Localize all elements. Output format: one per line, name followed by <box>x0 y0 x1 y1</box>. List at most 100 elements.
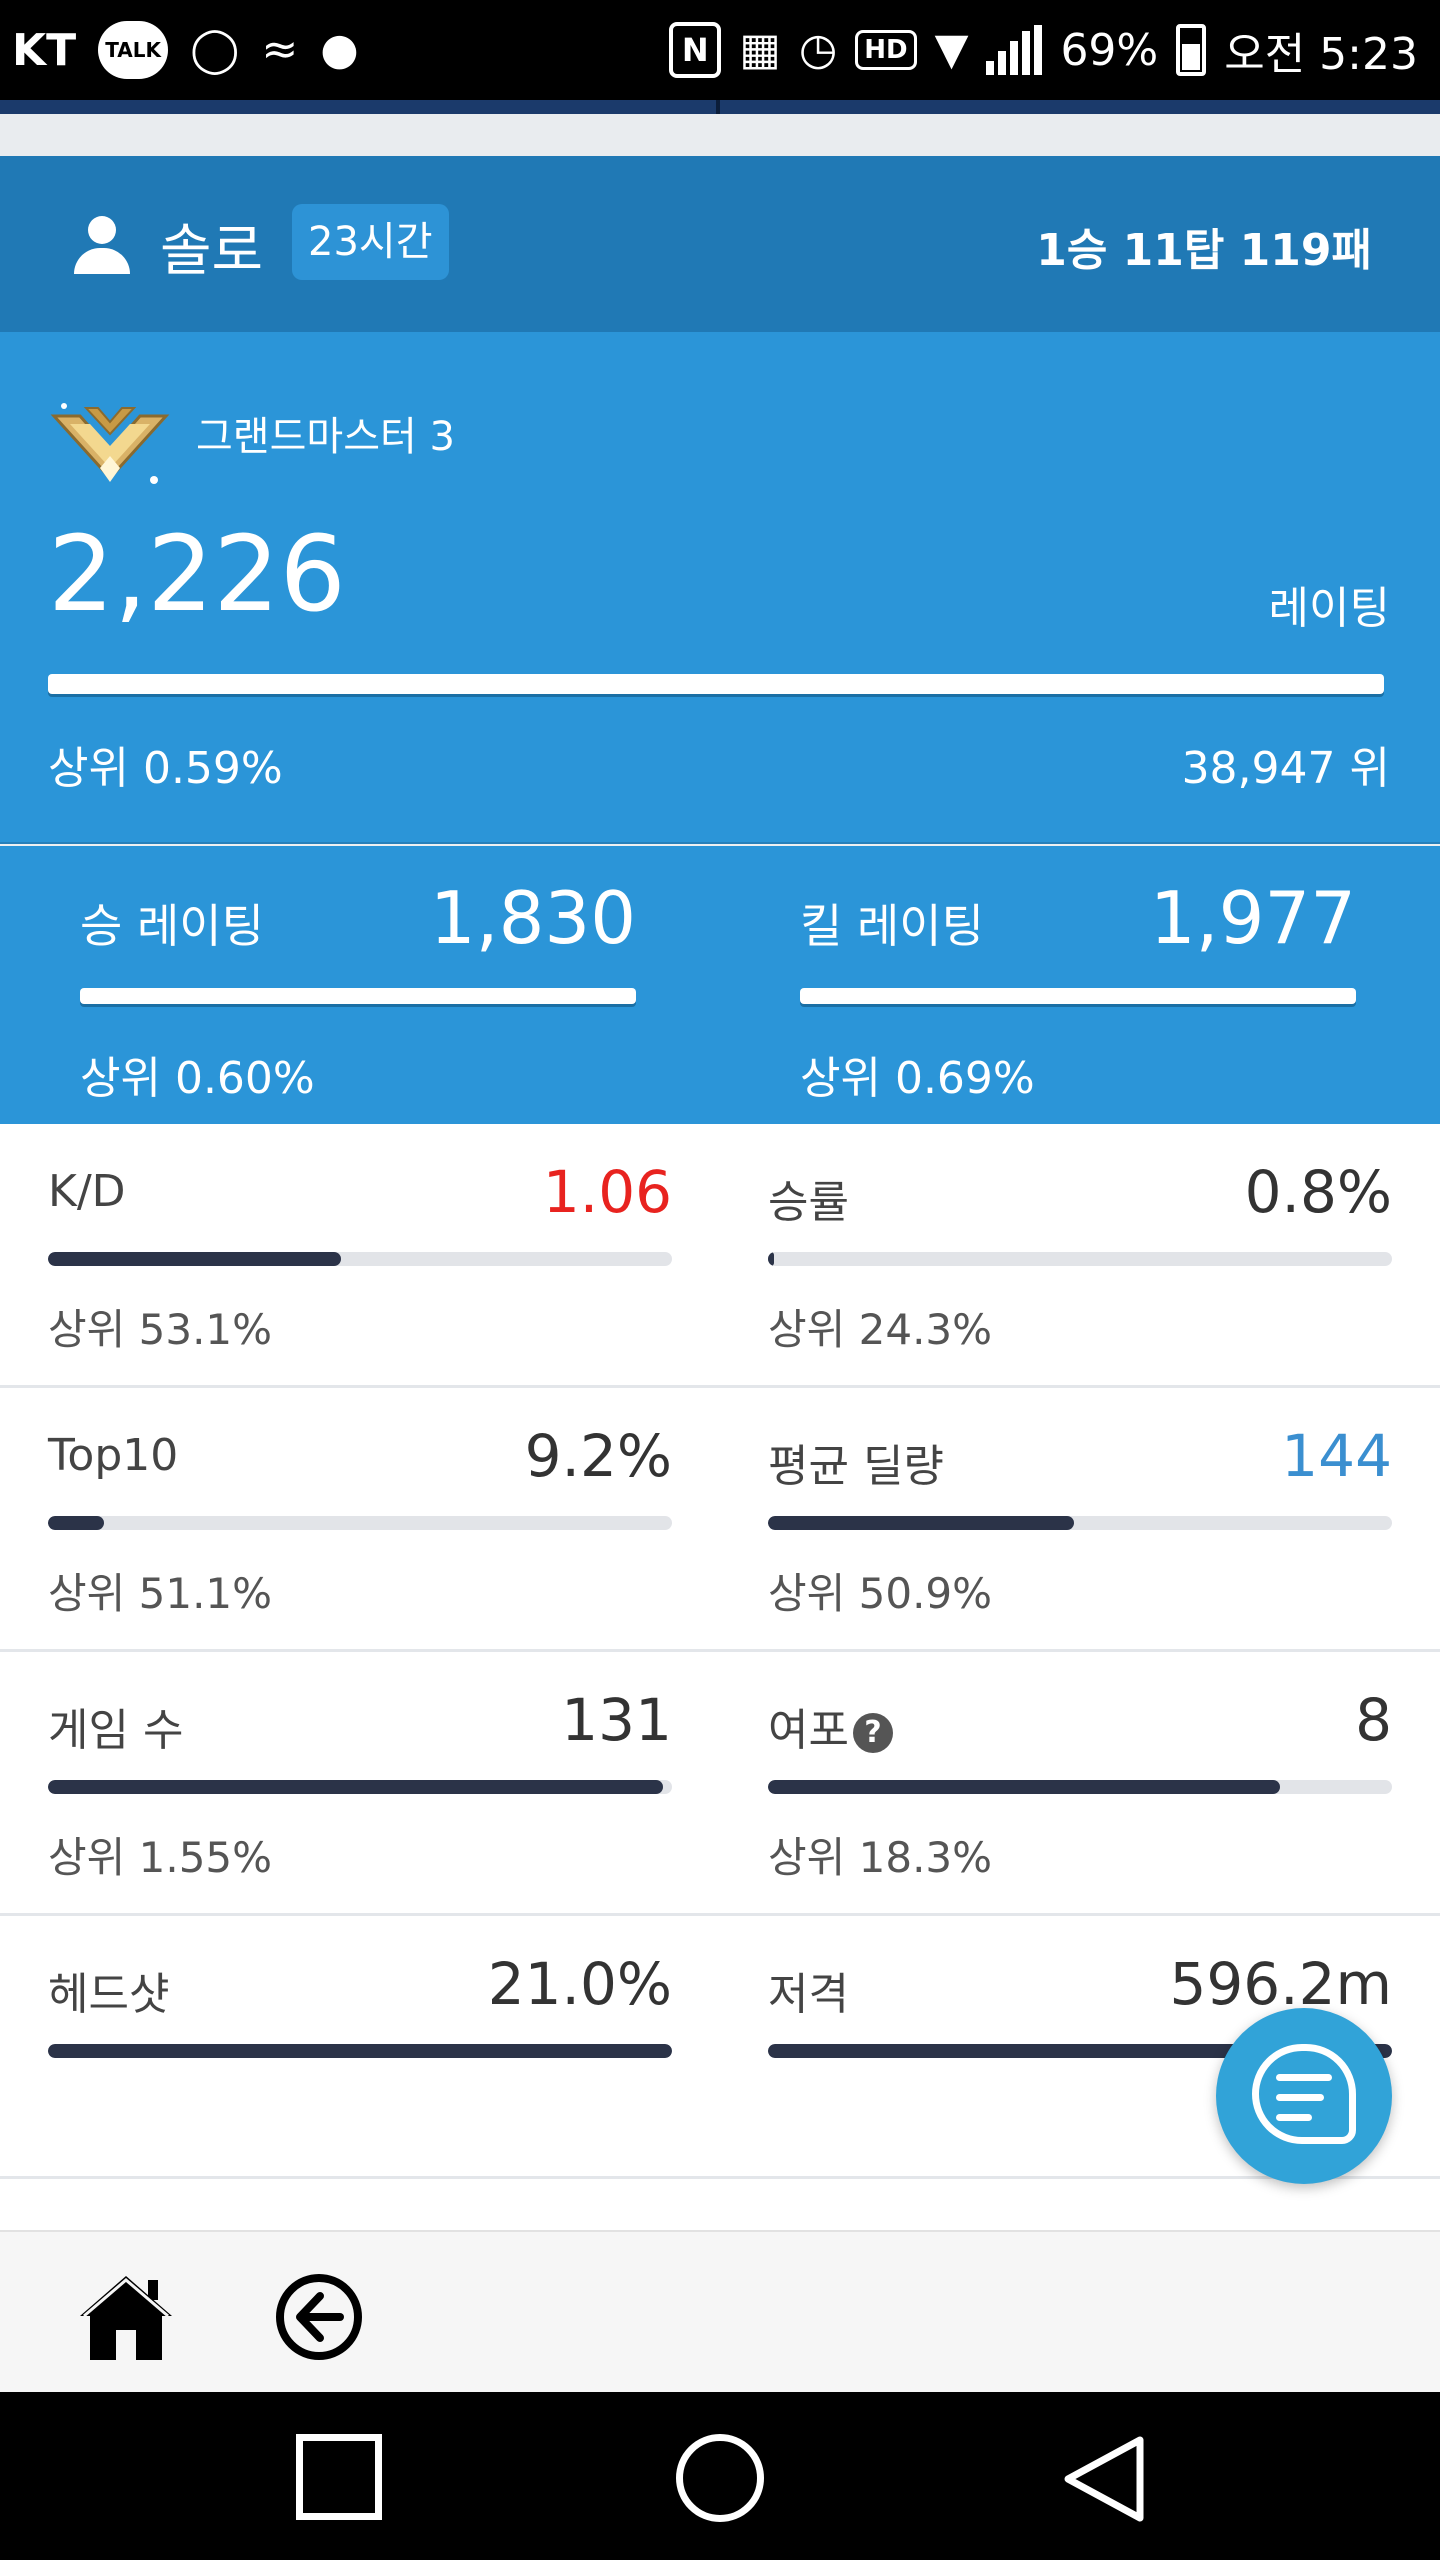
stat-track <box>48 2044 672 2058</box>
stat-headshot[interactable]: 헤드샷 21.0% <box>48 1916 672 2180</box>
status-bar: KT TALK ◯ ≈ ● N ▦ ◷ HD ▼ 69% 오전 5:23 <box>0 0 1440 100</box>
chat-icon-line <box>1276 2094 1324 2101</box>
solo-header: 솔로 23시간 1승 11탑 119패 <box>0 156 1440 332</box>
chat-icon-line <box>1276 2114 1312 2121</box>
stat-top-percent: 상위 50.9% <box>768 1569 993 1618</box>
stat-avg-damage[interactable]: 평균 딜량 144 상위 50.9% <box>768 1388 1392 1652</box>
stat-fill <box>48 1780 663 1794</box>
tab-divider <box>716 100 720 114</box>
stat-track <box>768 1252 1392 1266</box>
home-nav-button[interactable] <box>676 2434 764 2522</box>
home-icon[interactable] <box>76 2272 176 2362</box>
stat-label: 평균 딜량 <box>768 1441 944 1492</box>
hd-icon: HD <box>855 30 917 70</box>
stat-label: K/D <box>48 1166 126 1217</box>
chat-fab-button[interactable] <box>1216 2008 1392 2184</box>
win-rating-label: 승 레이팅 <box>80 899 264 953</box>
stat-label: Top10 <box>48 1430 179 1481</box>
stat-value: 131 <box>561 1686 672 1754</box>
stat-value: 9.2% <box>524 1422 672 1490</box>
rating-value: 2,226 <box>48 513 346 635</box>
win-rating-value: 1,830 <box>429 876 636 960</box>
kill-rating-value: 1,977 <box>1149 876 1356 960</box>
kill-rating-label: 킬 레이팅 <box>800 899 984 953</box>
status-left: KT TALK ◯ ≈ ● <box>12 14 359 86</box>
stat-top-percent: 상위 53.1% <box>48 1305 273 1354</box>
stat-label: 저격 <box>768 1969 849 2020</box>
gap-strip <box>0 114 1440 156</box>
back-nav-button[interactable] <box>1060 2434 1150 2524</box>
rating-progress-bar <box>48 674 1384 694</box>
back-arrow-icon <box>296 2292 344 2342</box>
carrier-label: KT <box>12 24 77 76</box>
stat-label-text: 여포 <box>768 1705 849 1756</box>
stat-top-percent: 상위 1.55% <box>48 1833 273 1882</box>
stat-track <box>48 1252 672 1266</box>
kill-rating-top: 상위 0.69% <box>800 1053 1035 1104</box>
question-circle-icon[interactable]: ? <box>852 1713 893 1753</box>
rating-section: 그랜드마스터 3 2,226 레이팅 상위 0.59% 38,947 위 <box>0 332 1440 844</box>
stat-fill <box>48 1516 105 1530</box>
win-rating-bar <box>80 988 636 1004</box>
chat-bubble-icon: ● <box>320 24 359 75</box>
win-rating: 승 레이팅 1,830 상위 0.60% <box>80 846 636 1124</box>
stat-fill <box>48 1252 342 1266</box>
mode-label: 솔로 <box>160 219 264 284</box>
status-right: N ▦ ◷ HD ▼ 69% 오전 5:23 <box>669 14 1418 86</box>
tab-strip <box>0 100 1440 114</box>
stat-label: 여포? <box>768 1694 893 1758</box>
bottom-toolbar <box>0 2230 1440 2392</box>
system-nav-bar <box>0 2392 1440 2560</box>
stat-yeopo[interactable]: 여포? 8 상위 18.3% <box>768 1652 1392 1916</box>
rating-rank: 38,947 위 <box>1181 743 1390 794</box>
stat-kd[interactable]: K/D 1.06 상위 53.1% <box>48 1124 672 1388</box>
stat-value: 144 <box>1281 1422 1392 1490</box>
back-arrow-button[interactable] <box>276 2274 362 2360</box>
stat-track <box>768 1780 1392 1794</box>
rank-emblem-icon <box>50 403 170 484</box>
signal-icon <box>986 25 1043 75</box>
person-icon <box>74 216 130 276</box>
clock: 오전 5:23 <box>1224 29 1418 80</box>
sub-ratings: 승 레이팅 1,830 상위 0.60% 킬 레이팅 1,977 상위 0.69… <box>0 846 1440 1124</box>
stat-label: 승률 <box>768 1177 849 1228</box>
section-divider <box>0 842 1440 844</box>
pill-icon: ◯ <box>190 24 240 75</box>
stat-value: 0.8% <box>1244 1158 1392 1226</box>
stat-row: Top10 9.2% 상위 51.1% 평균 딜량 144 상위 50.9% <box>0 1388 1440 1652</box>
stat-value: 1.06 <box>542 1158 672 1226</box>
stat-row: K/D 1.06 상위 53.1% 승률 0.8% 상위 24.3% <box>0 1124 1440 1388</box>
rating-label: 레이팅 <box>1268 583 1390 634</box>
row-divider <box>0 2176 1440 2179</box>
stat-row: 게임 수 131 상위 1.55% 여포? 8 상위 18.3% <box>0 1652 1440 1916</box>
chat-icon-line <box>1276 2074 1332 2081</box>
stat-top10[interactable]: Top10 9.2% 상위 51.1% <box>48 1388 672 1652</box>
stat-top-percent: 상위 18.3% <box>768 1833 993 1882</box>
stat-fill <box>768 1780 1280 1794</box>
stat-games[interactable]: 게임 수 131 상위 1.55% <box>48 1652 672 1916</box>
talk-icon: TALK <box>98 21 169 79</box>
stat-label: 헤드샷 <box>48 1969 170 2020</box>
win-rating-top: 상위 0.60% <box>80 1053 315 1104</box>
win-top-loss-record: 1승 11탑 119패 <box>1036 225 1372 276</box>
rank-name: 그랜드마스터 3 <box>196 414 455 460</box>
stat-fill <box>768 1516 1074 1530</box>
recents-button[interactable] <box>296 2434 382 2520</box>
stat-row: 헤드샷 21.0% 저격 596.2m <box>0 1916 1440 2180</box>
alarm-icon: ◷ <box>798 24 838 75</box>
battery-icon <box>1176 24 1207 76</box>
stat-win-rate[interactable]: 승률 0.8% 상위 24.3% <box>768 1124 1392 1388</box>
stat-fill <box>768 1252 775 1266</box>
kill-rating-bar <box>800 988 1356 1004</box>
stat-track <box>48 1780 672 1794</box>
rating-top-percent: 상위 0.59% <box>48 743 283 794</box>
stat-value: 8 <box>1355 1686 1392 1754</box>
playtime-badge: 23시간 <box>292 204 449 280</box>
nfc-icon: N <box>669 22 722 78</box>
stat-top-percent: 상위 51.1% <box>48 1569 273 1618</box>
stat-value: 596.2m <box>1169 1950 1392 2018</box>
battery-percent: 69% <box>1060 24 1159 76</box>
vibrate-icon: ▦ <box>739 24 781 75</box>
wifi-icon: ▼ <box>934 24 969 75</box>
kill-rating: 킬 레이팅 1,977 상위 0.69% <box>800 846 1356 1124</box>
